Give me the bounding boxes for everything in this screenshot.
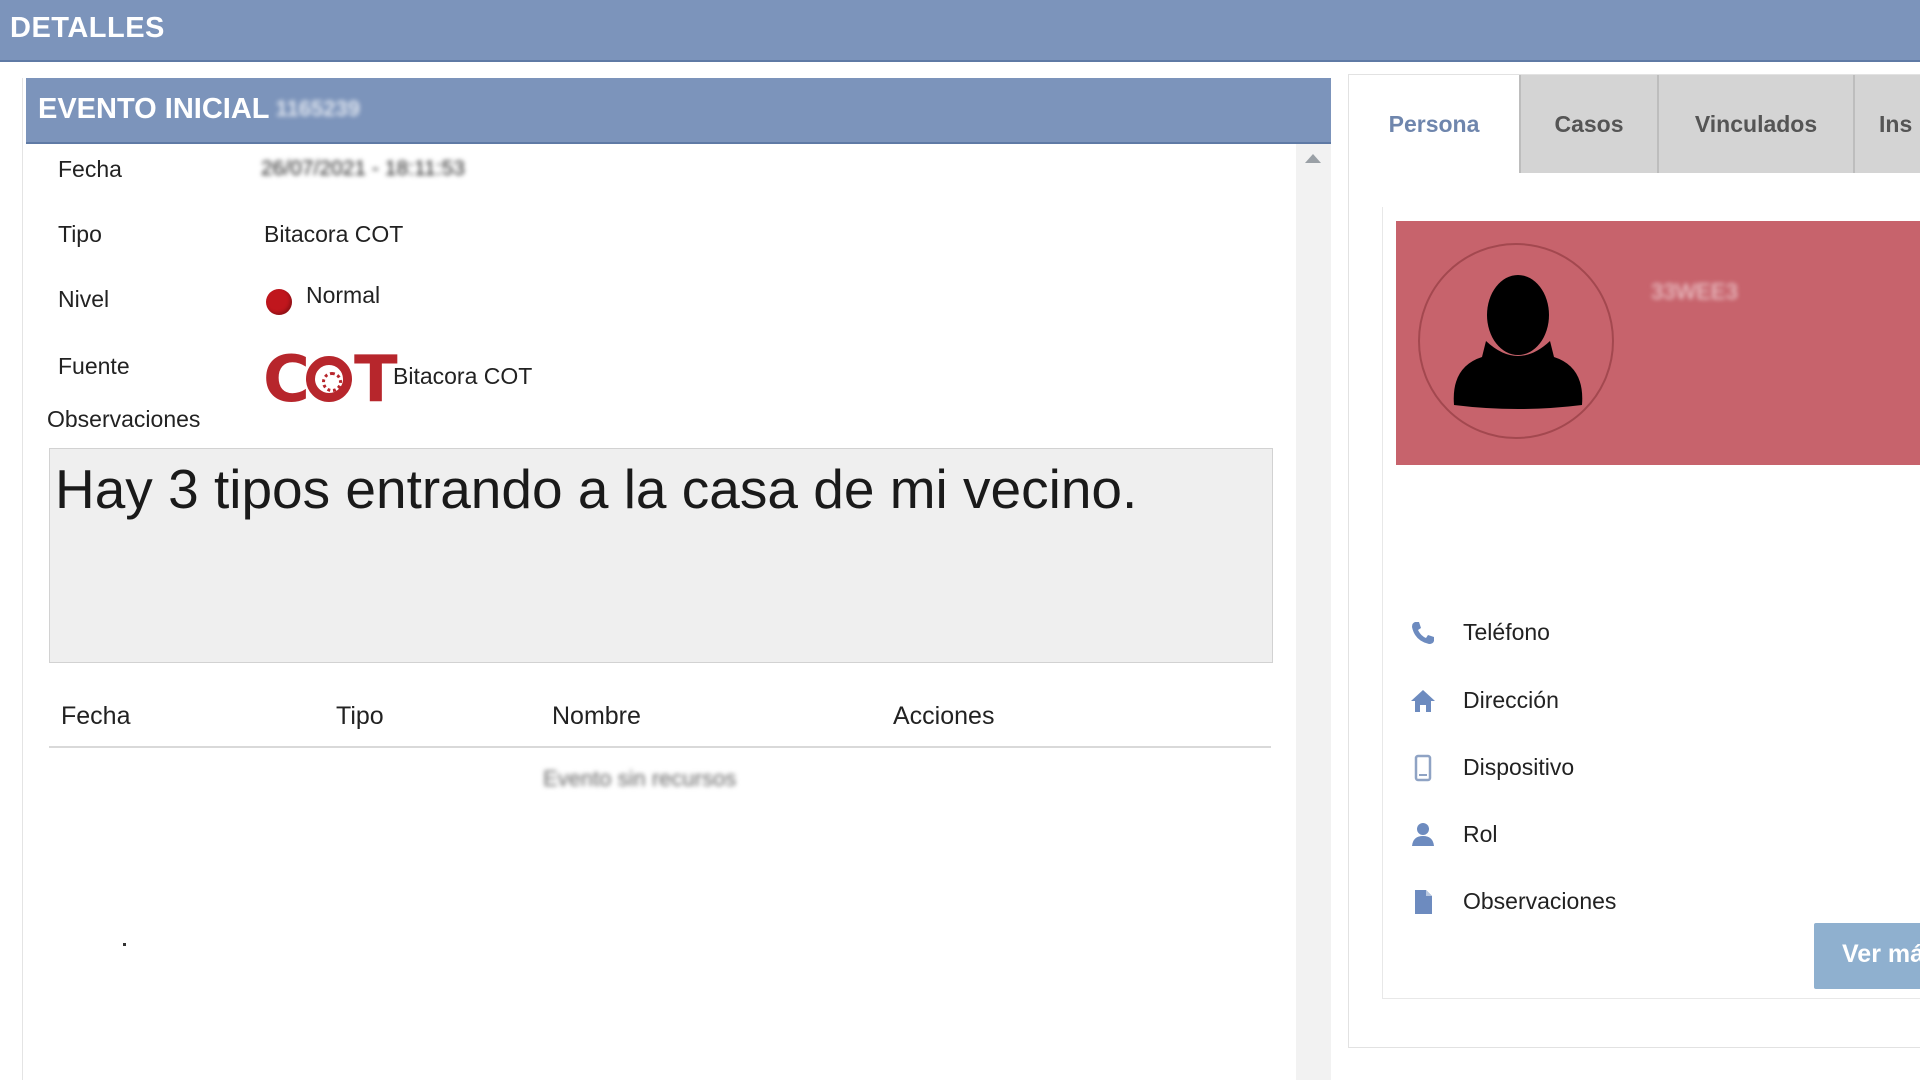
tipo-value: Bitacora COT <box>264 221 404 247</box>
observaciones-text: Hay 3 tipos entrando a la casa de mi vec… <box>55 458 1138 520</box>
home-icon <box>1411 690 1435 712</box>
column-header-acciones[interactable]: Acciones <box>893 702 994 731</box>
document-icon <box>1415 890 1432 914</box>
persona-name: 33WEE3 <box>1651 279 1738 304</box>
device-icon <box>1414 754 1432 782</box>
evento-title: EVENTO INICIAL 1165239 <box>38 93 360 126</box>
observaciones-box[interactable]: Hay 3 tipos entrando a la casa de mi vec… <box>49 448 1273 663</box>
scroll-up-arrow-icon[interactable] <box>1305 154 1321 163</box>
info-label-dispositivo: Dispositivo <box>1463 754 1575 780</box>
page-title: DETALLES <box>10 12 165 44</box>
fuente-label: Fuente <box>58 353 130 379</box>
nivel-label: Nivel <box>58 286 110 312</box>
tab-casos[interactable]: Casos <box>1521 75 1659 173</box>
info-label-observaciones: Observaciones <box>1463 888 1617 914</box>
tab-ins[interactable]: Ins <box>1855 75 1920 173</box>
observaciones-label: Observaciones <box>47 406 201 432</box>
cot-logo: CT <box>263 343 398 417</box>
table-divider <box>49 746 1271 748</box>
user-icon <box>1412 823 1434 846</box>
table-empty-message: Evento sin recursos <box>543 766 737 791</box>
nivel-status-dot-icon <box>266 289 292 315</box>
nivel-value: Normal <box>306 282 381 308</box>
persona-panel: Persona Casos Vinculados Ins 33WEE3 Telé… <box>1348 74 1920 1048</box>
column-header-fecha[interactable]: Fecha <box>61 702 130 731</box>
tipo-label: Tipo <box>58 221 102 247</box>
tab-persona[interactable]: Persona <box>1349 75 1521 173</box>
phone-icon <box>1412 622 1434 644</box>
vertical-scrollbar[interactable] <box>1296 144 1331 1080</box>
evento-title-label: EVENTO INICIAL <box>38 93 270 125</box>
column-header-tipo[interactable]: Tipo <box>336 702 384 731</box>
info-label-rol: Rol <box>1463 821 1498 847</box>
evento-panel-header: EVENTO INICIAL 1165239 <box>26 78 1331 144</box>
avatar <box>1418 243 1614 439</box>
tabs-bar: Persona Casos Vinculados Ins <box>1349 75 1920 173</box>
persona-banner: 33WEE3 <box>1396 221 1920 465</box>
evento-id: 1165239 <box>275 96 360 121</box>
persona-card: 33WEE3 Teléfono Dirección Dispositivo Ro… <box>1382 207 1920 999</box>
fecha-value: 26/07/2021 - 18:11:53 <box>261 157 465 180</box>
tab-vinculados[interactable]: Vinculados <box>1659 75 1855 173</box>
fecha-label: Fecha <box>58 156 122 182</box>
stray-dot <box>123 943 126 946</box>
ver-mas-button[interactable]: Ver más <box>1814 923 1920 989</box>
fuente-value: Bitacora COT <box>393 363 533 389</box>
page-header: DETALLES <box>0 0 1920 62</box>
info-label-telefono: Teléfono <box>1463 619 1550 645</box>
user-silhouette-icon <box>1453 275 1583 409</box>
cot-logo-emblem-icon <box>305 356 352 403</box>
info-label-direccion: Dirección <box>1463 687 1559 713</box>
evento-panel: EVENTO INICIAL 1165239 Fecha 26/07/2021 -… <box>22 78 1331 1080</box>
column-header-nombre[interactable]: Nombre <box>552 702 641 731</box>
